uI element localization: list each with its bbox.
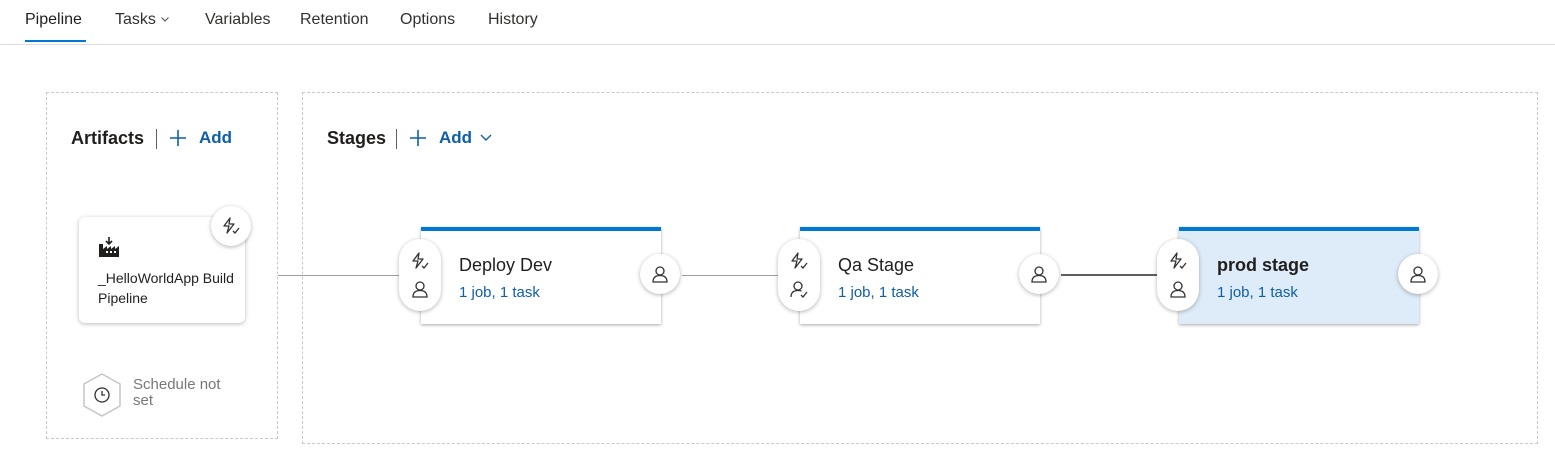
- tab-retention[interactable]: Retention: [300, 11, 369, 29]
- tab-tasks[interactable]: Tasks: [115, 11, 156, 29]
- post-deployment-conditions-button[interactable]: [1019, 254, 1059, 294]
- artifact-name: _HelloWorldApp Build Pipeline: [98, 270, 234, 306]
- qa-to-prod-connector: [1061, 274, 1159, 276]
- artifacts-title: Artifacts: [71, 128, 145, 148]
- add-stage-button[interactable]: Add: [409, 128, 499, 148]
- chevron-down-icon[interactable]: [160, 14, 170, 24]
- lightning-trigger-icon[interactable]: [410, 251, 430, 271]
- tab-history[interactable]: History: [488, 11, 538, 29]
- stage-name: prod stage: [1217, 255, 1310, 275]
- tab-pipeline[interactable]: Pipeline: [25, 11, 82, 29]
- schedule-status-text[interactable]: Schedule not set: [133, 377, 223, 409]
- add-artifact-label: Add: [199, 128, 233, 147]
- stage-card-prod-stage[interactable]: prod stage 1 job, 1 task: [1179, 227, 1419, 324]
- continuous-deployment-trigger-button[interactable]: [211, 206, 251, 246]
- active-tab-indicator: [25, 40, 86, 42]
- add-artifact-button[interactable]: Add: [169, 128, 239, 148]
- pre-deployment-conditions-pill: [399, 239, 441, 311]
- lightning-trigger-icon[interactable]: [789, 251, 809, 271]
- stage-job-summary-link[interactable]: 1 job, 1 task: [1217, 284, 1298, 301]
- stage-card-deploy-dev[interactable]: Deploy Dev 1 job, 1 task: [421, 227, 661, 324]
- stages-title-separator: [396, 129, 397, 149]
- stage-job-summary-link[interactable]: 1 job, 1 task: [459, 284, 540, 301]
- tab-variables[interactable]: Variables: [205, 11, 271, 29]
- plus-icon: [169, 129, 187, 147]
- artifacts-title-separator: [156, 129, 157, 149]
- pre-deployment-conditions-pill: [778, 239, 820, 311]
- deploy-dev-to-qa-connector: [682, 275, 780, 276]
- stage-name: Deploy Dev: [459, 255, 553, 275]
- tab-options[interactable]: Options: [400, 11, 455, 29]
- add-stage-label: Add: [439, 128, 473, 147]
- stage-card-qa-stage[interactable]: Qa Stage 1 job, 1 task: [800, 227, 1040, 324]
- pre-deployment-approver-check-icon[interactable]: [789, 279, 809, 299]
- stage-job-summary-link[interactable]: 1 job, 1 task: [838, 284, 919, 301]
- plus-icon: [409, 129, 427, 147]
- post-deployment-conditions-button[interactable]: [1398, 254, 1438, 294]
- pipeline-tab-bar: Pipeline Tasks Variables Retention Optio…: [0, 0, 1555, 45]
- pre-deployment-conditions-pill: [1157, 239, 1199, 311]
- pre-deployment-approver-icon[interactable]: [1168, 279, 1188, 299]
- pre-deployment-approver-icon[interactable]: [410, 279, 430, 299]
- build-pipeline-icon: [98, 236, 120, 258]
- post-deployment-conditions-button[interactable]: [640, 254, 680, 294]
- artifact-to-deploy-dev-connector: [278, 275, 400, 276]
- schedule-clock-icon[interactable]: [80, 372, 124, 418]
- stage-name: Qa Stage: [838, 255, 915, 275]
- lightning-trigger-icon[interactable]: [1168, 251, 1188, 271]
- chevron-down-icon: [479, 130, 493, 144]
- stages-title: Stages: [327, 128, 387, 148]
